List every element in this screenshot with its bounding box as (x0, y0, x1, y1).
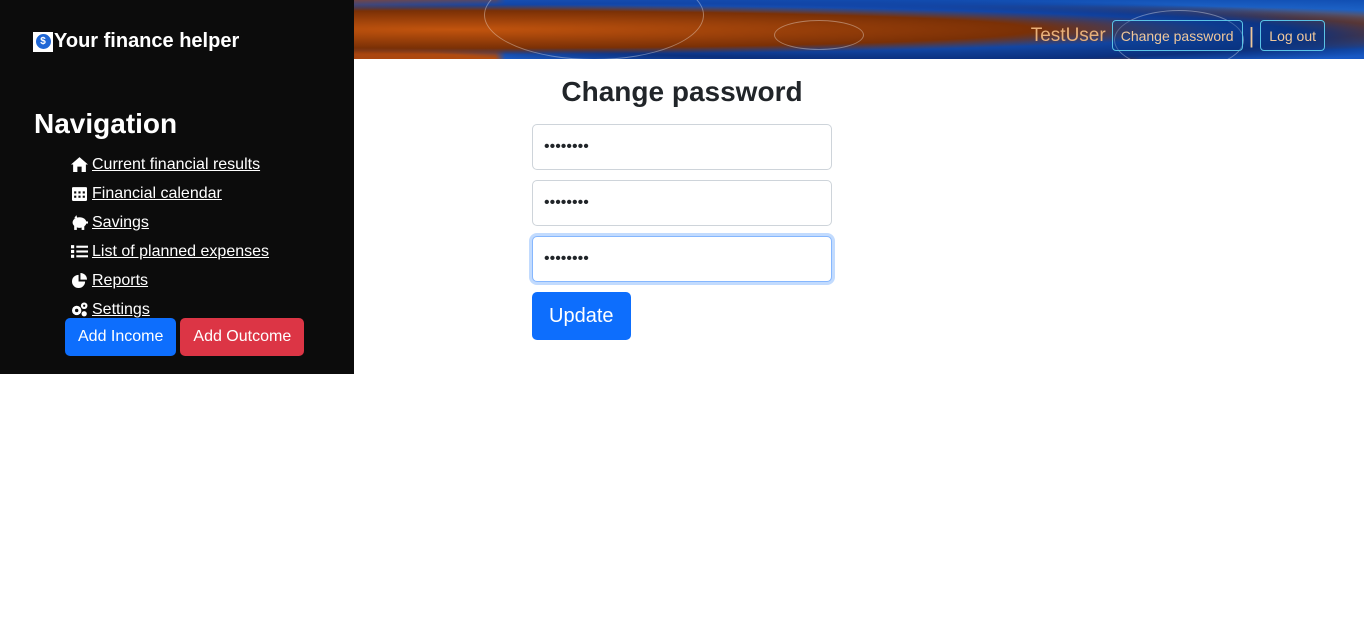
add-outcome-button[interactable]: Add Outcome (180, 318, 305, 356)
nav-link-reports[interactable]: Reports (70, 266, 269, 295)
dollar-coin-icon: $ (33, 31, 53, 52)
confirm-password-field[interactable] (532, 236, 832, 282)
header-separator: | (1248, 22, 1255, 48)
nav-link-label: Savings (92, 213, 149, 231)
change-password-button[interactable]: Change password (1111, 20, 1243, 51)
nav-link-label: Current financial results (92, 155, 261, 173)
current-password-field[interactable] (532, 124, 832, 170)
home-icon (70, 157, 88, 173)
user-area: TestUser Change password | Log out (1031, 20, 1325, 51)
update-button[interactable]: Update (532, 292, 631, 340)
header-decoration (484, 0, 704, 59)
nav-link-label: List of planned expenses (92, 242, 270, 260)
list-icon (70, 244, 88, 260)
nav-link-savings[interactable]: Savings (70, 208, 269, 237)
brand-title: Your finance helper (54, 30, 240, 52)
nav-link-financial-calendar[interactable]: Financial calendar (70, 179, 269, 208)
pie-chart-icon (70, 273, 88, 289)
calendar-icon (70, 186, 88, 202)
brand[interactable]: $ Your finance helper (33, 30, 239, 53)
page-title: Change password (561, 76, 803, 107)
navigation-list: Current financial results Financial cale… (70, 150, 269, 324)
add-income-button[interactable]: Add Income (65, 318, 177, 356)
sidebar: $ Your finance helper Navigation Current… (0, 0, 354, 374)
nav-link-label: Financial calendar (92, 184, 222, 202)
piggy-bank-icon (70, 215, 88, 231)
new-password-field[interactable] (532, 180, 832, 226)
nav-link-planned-expenses[interactable]: List of planned expenses (70, 237, 269, 266)
navigation-heading: Navigation (34, 108, 178, 139)
quick-actions: Add Income Add Outcome (65, 318, 305, 356)
gears-icon (70, 302, 88, 318)
top-header: TestUser Change password | Log out (354, 0, 1364, 59)
nav-link-label: Reports (92, 271, 149, 289)
header-decoration (774, 20, 864, 50)
username-label: TestUser (1030, 24, 1106, 46)
nav-link-label: Settings (92, 300, 150, 318)
nav-link-current-financial-results[interactable]: Current financial results (70, 150, 269, 179)
logout-button[interactable]: Log out (1260, 20, 1325, 51)
